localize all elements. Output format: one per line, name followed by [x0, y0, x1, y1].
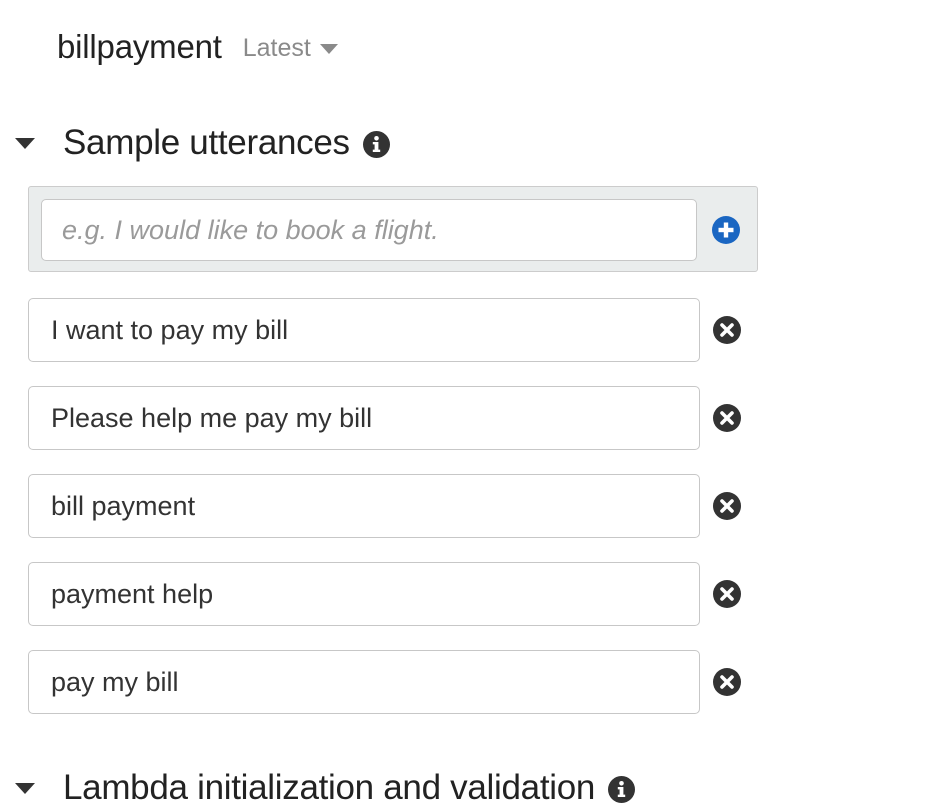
utterance-input[interactable] — [28, 298, 700, 362]
info-icon[interactable] — [362, 131, 390, 158]
info-icon[interactable] — [608, 776, 636, 803]
lambda-section-header: Lambda initialization and validation — [14, 766, 636, 810]
caret-down-icon[interactable] — [14, 781, 36, 795]
x-circle-icon[interactable] — [713, 668, 741, 696]
plus-circle-icon[interactable] — [712, 216, 740, 244]
utterance-input[interactable] — [28, 562, 700, 626]
version-selector[interactable]: Latest — [243, 34, 338, 63]
utterance-input[interactable] — [28, 650, 700, 714]
intent-name: billpayment — [57, 28, 222, 65]
new-utterance-box — [28, 186, 758, 272]
version-label: Latest — [242, 34, 311, 62]
caret-down-icon[interactable] — [14, 136, 36, 150]
new-utterance-input[interactable] — [41, 199, 697, 261]
utterance-row — [28, 298, 758, 362]
x-circle-icon[interactable] — [713, 580, 741, 608]
utterance-row — [28, 474, 758, 538]
sample-utterances-header: Sample utterances — [14, 121, 390, 165]
utterance-row — [28, 650, 758, 714]
x-circle-icon[interactable] — [713, 316, 741, 344]
utterance-input[interactable] — [28, 474, 700, 538]
utterance-row — [28, 562, 758, 626]
utterance-input[interactable] — [28, 386, 700, 450]
x-circle-icon[interactable] — [713, 492, 741, 520]
chevron-down-icon — [319, 41, 338, 59]
x-circle-icon[interactable] — [713, 404, 741, 432]
lambda-section-title: Lambda initialization and validation — [63, 768, 596, 807]
intent-header: billpayment Latest — [57, 26, 338, 68]
utterance-row — [28, 386, 758, 450]
sample-utterances-title: Sample utterances — [63, 123, 350, 162]
intent-editor-page: billpayment Latest Sample utterances e.g… — [0, 0, 928, 810]
